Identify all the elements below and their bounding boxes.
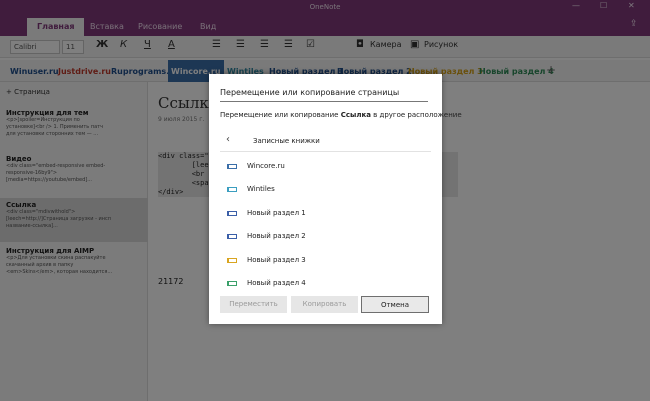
- section-option-new-3[interactable]: Новый раздел 3: [220, 252, 431, 274]
- section-icon: [227, 211, 237, 216]
- section-icon: [227, 164, 237, 169]
- section-option-label: Wincore.ru: [247, 162, 285, 170]
- back-icon[interactable]: ‹: [226, 134, 230, 145]
- section-option-wincore[interactable]: Wincore.ru: [220, 158, 431, 180]
- dialog-heading: Перемещение или копирование страницы: [220, 88, 428, 102]
- subtitle-suffix: в другое расположение: [370, 111, 462, 119]
- section-option-label: Новый раздел 1: [247, 209, 306, 217]
- notebooks-nav: ‹ Записные книжки: [220, 133, 431, 152]
- copy-button[interactable]: Копировать: [291, 296, 358, 313]
- section-icon: [227, 258, 237, 263]
- section-option-new-1[interactable]: Новый раздел 1: [220, 205, 431, 227]
- subtitle-prefix: Перемещение или копирование: [220, 111, 341, 119]
- section-option-new-2[interactable]: Новый раздел 2: [220, 228, 431, 250]
- section-icon: [227, 234, 237, 239]
- section-option-label: Новый раздел 3: [247, 256, 306, 264]
- section-icon: [227, 281, 237, 286]
- subtitle-page-name: Ссылка: [340, 111, 371, 119]
- divider: [220, 151, 431, 152]
- dialog-subtitle: Перемещение или копирование Ссылка в дру…: [220, 111, 462, 119]
- section-option-wintiles[interactable]: Wintiles: [220, 181, 431, 203]
- cancel-button[interactable]: Отмена: [361, 296, 429, 313]
- section-option-label: Wintiles: [247, 185, 275, 193]
- section-option-label: Новый раздел 2: [247, 232, 306, 240]
- section-option-label: Новый раздел 4: [247, 279, 306, 287]
- notebooks-label: Записные книжки: [253, 137, 320, 145]
- move-copy-dialog: Перемещение или копирование страницы Пер…: [209, 74, 462, 324]
- move-button[interactable]: Переместить: [220, 296, 287, 313]
- section-icon: [227, 187, 237, 192]
- section-option-new-4[interactable]: Новый раздел 4: [220, 275, 431, 297]
